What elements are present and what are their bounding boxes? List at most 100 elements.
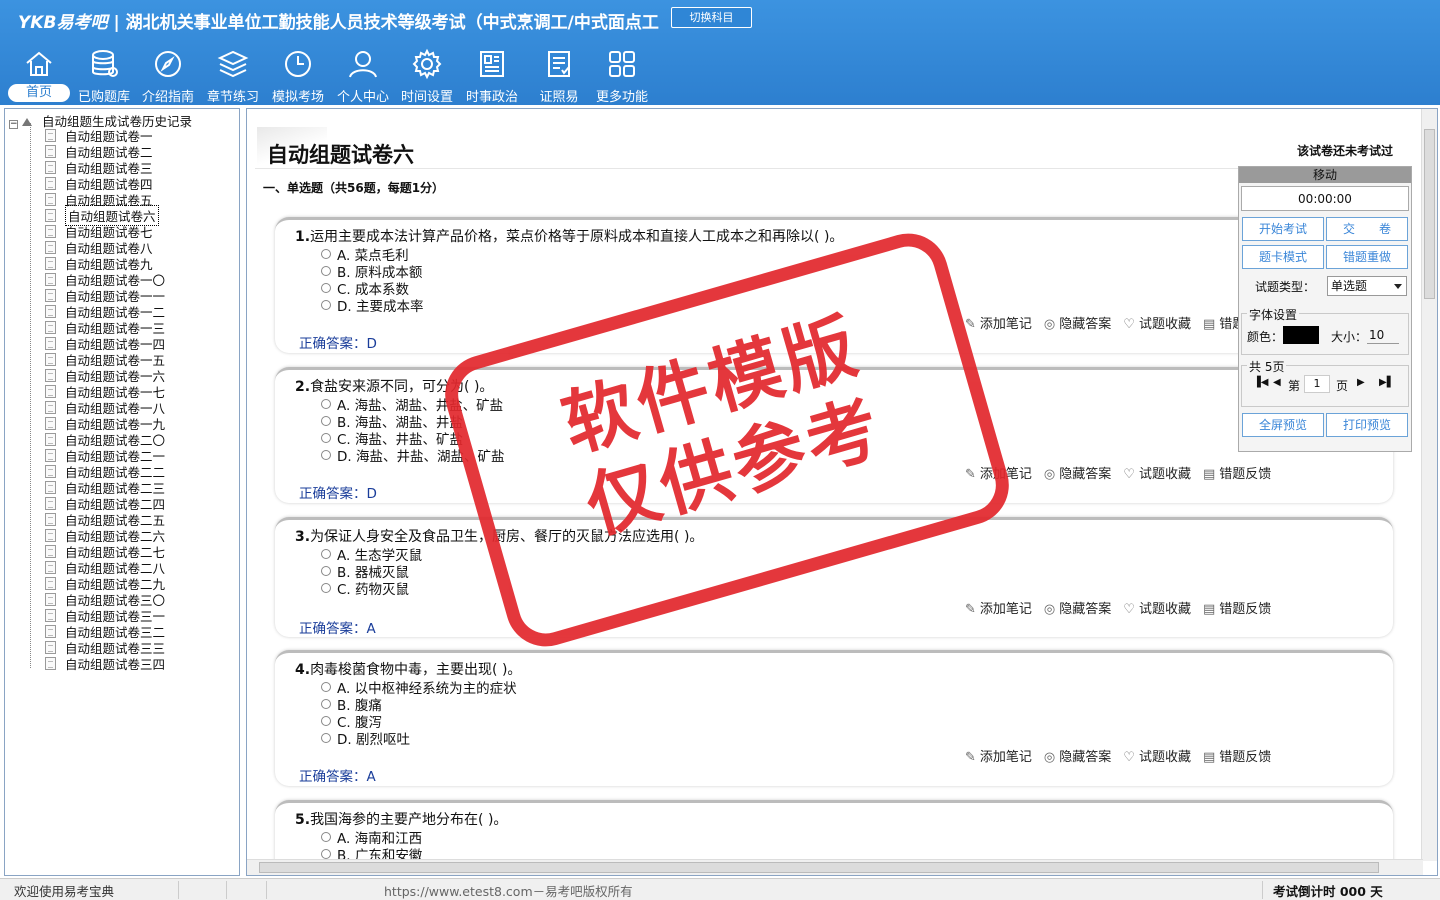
heart-icon: ♡ (1123, 750, 1135, 765)
nav-personal-center[interactable]: 个人中心 (333, 44, 393, 105)
tree-item[interactable]: 自动组题试卷三四 (45, 655, 165, 672)
document-icon (45, 496, 56, 510)
favorite-button[interactable]: ♡ 试题收藏 (1123, 467, 1191, 482)
hide-answer-button[interactable]: ◎ 隐藏答案 (1044, 602, 1111, 617)
nav-current-affairs[interactable]: 时事政治 (462, 44, 522, 105)
submit-button[interactable]: 交 卷 (1326, 217, 1408, 241)
add-note-button[interactable]: ✎ 添加笔记 (965, 750, 1032, 765)
add-note-button[interactable]: ✎ 添加笔记 (965, 317, 1032, 332)
nav-label: 时事政治 (465, 90, 518, 105)
document-icon (45, 400, 56, 414)
answer-option[interactable]: D. 主要成本率 (321, 295, 423, 315)
last-page-icon[interactable]: ▶▌ (1379, 377, 1394, 388)
next-page-icon[interactable]: ▶ (1357, 377, 1365, 388)
document-icon (45, 544, 56, 558)
correct-answer: 正确答案：A (299, 765, 376, 785)
favorite-button[interactable]: ♡ 试题收藏 (1123, 750, 1191, 765)
question-type-select[interactable]: 单选题 (1327, 276, 1407, 296)
scroll-thumb[interactable] (259, 862, 1379, 873)
report-error-button[interactable]: ▤错题反馈 (1203, 750, 1271, 765)
document-icon (45, 352, 56, 366)
document-icon (45, 368, 56, 382)
action-label: 隐藏答案 (1059, 467, 1112, 482)
page-input[interactable]: 1 (1304, 375, 1330, 393)
hide-answer-button[interactable]: ◎ 隐藏答案 (1044, 467, 1111, 482)
grid-icon (609, 51, 635, 77)
report-error-button[interactable]: ▤错题反馈 (1203, 602, 1271, 617)
card-mode-button[interactable]: 题卡模式 (1242, 245, 1324, 269)
action-label: 试题收藏 (1138, 750, 1191, 765)
favorite-button[interactable]: ♡ 试题收藏 (1123, 317, 1191, 332)
question-actions: ✎添加笔记◎隐藏答案♡试题收藏▤错题反馈 (965, 313, 1283, 332)
radio-button[interactable] (321, 450, 331, 460)
color-swatch[interactable] (1283, 326, 1319, 344)
nav-time-settings[interactable]: 时间设置 (397, 44, 457, 105)
document-icon (45, 272, 56, 286)
tree-connector (30, 123, 31, 668)
font-size-input[interactable]: 10 (1367, 326, 1399, 344)
clock-icon (285, 51, 311, 77)
report-error-button[interactable]: ▤错题反馈 (1203, 467, 1271, 482)
radio-button[interactable] (321, 249, 331, 259)
nav-certificate[interactable]: 证照易 (529, 44, 589, 105)
switch-subject-button[interactable]: 切换科目 (671, 7, 752, 28)
question-stem: 运用主要成本法计算产品价格，菜点价格等于原料成本和直接人工成本之和再除以( )。 (310, 229, 844, 245)
answer-option[interactable]: C. 药物灭鼠 (321, 578, 409, 598)
color-label: 颜色： (1247, 330, 1284, 344)
nav-purchased[interactable]: 已购题库 (74, 44, 134, 105)
print-preview-button[interactable]: 打印预览 (1326, 413, 1408, 437)
nav-label: 时间设置 (400, 90, 453, 105)
question-card: 4.肉毒梭菌食物中毒，主要出现( )。 A. 以中枢神经系统为主的症状 B. 腹痛 C… (275, 650, 1393, 786)
radio-button[interactable] (321, 566, 331, 576)
radio-button[interactable] (321, 849, 331, 859)
horizontal-scrollbar[interactable] (247, 859, 1423, 875)
redo-wrong-button[interactable]: 错题重做 (1326, 245, 1408, 269)
add-note-button[interactable]: ✎ 添加笔记 (965, 602, 1032, 617)
eye-off-icon: ◎ (1043, 317, 1056, 332)
nav-chapter-practice[interactable]: 章节练习 (203, 44, 263, 105)
radio-button[interactable] (321, 300, 331, 310)
section-heading: 一、单选题（共56题，每题1分） (263, 181, 445, 195)
option-label: D. 剧烈呕吐 (337, 732, 410, 748)
radio-button[interactable] (321, 699, 331, 709)
radio-button[interactable] (321, 832, 331, 842)
action-label: 试题收藏 (1138, 317, 1191, 332)
radio-button[interactable] (321, 399, 331, 409)
radio-button[interactable] (321, 733, 331, 743)
scroll-thumb[interactable] (1424, 129, 1435, 299)
nav-label: 证照易 (539, 90, 579, 105)
user-icon (349, 51, 377, 78)
move-handle[interactable]: 移动 (1239, 167, 1411, 183)
page-count: 共 5页 (1247, 358, 1287, 375)
document-icon (45, 304, 56, 318)
radio-button[interactable] (321, 416, 331, 426)
font-settings-label: 字体设置 (1247, 306, 1300, 323)
nav-guide[interactable]: 介绍指南 (138, 44, 198, 105)
radio-button[interactable] (321, 716, 331, 726)
nav-home[interactable]: 首页 (8, 44, 70, 104)
hide-answer-button[interactable]: ◎ 隐藏答案 (1044, 317, 1111, 332)
question-stem: 我国海参的主要产地分布在( )。 (310, 812, 508, 828)
nav-mock-exam[interactable]: 模拟考场 (268, 44, 328, 105)
exam-control-panel: 移动 00:00:00 开始考试 交 卷 题卡模式 错题重做 试题类型： 单选题… (1238, 166, 1412, 452)
radio-button[interactable] (321, 583, 331, 593)
fullscreen-preview-button[interactable]: 全屏预览 (1242, 413, 1324, 437)
size-label: 大小： (1331, 330, 1368, 344)
answer-option[interactable]: D. 剧烈呕吐 (321, 728, 410, 748)
radio-button[interactable] (321, 433, 331, 443)
collapse-icon[interactable]: − (9, 120, 18, 129)
prev-page-icon[interactable]: ◀ (1273, 377, 1281, 388)
answer-value: A (366, 621, 376, 637)
radio-button[interactable] (321, 682, 331, 692)
nav-more[interactable]: 更多功能 (592, 44, 652, 105)
radio-button[interactable] (321, 283, 331, 293)
hide-answer-button[interactable]: ◎ 隐藏答案 (1044, 750, 1111, 765)
first-page-icon[interactable]: ▐◀ (1253, 377, 1268, 388)
radio-button[interactable] (321, 549, 331, 559)
vertical-scrollbar[interactable] (1421, 109, 1437, 861)
document-icon (45, 464, 56, 478)
compass-icon (155, 51, 181, 77)
radio-button[interactable] (321, 266, 331, 276)
favorite-button[interactable]: ♡ 试题收藏 (1123, 602, 1191, 617)
start-exam-button[interactable]: 开始考试 (1242, 217, 1324, 241)
